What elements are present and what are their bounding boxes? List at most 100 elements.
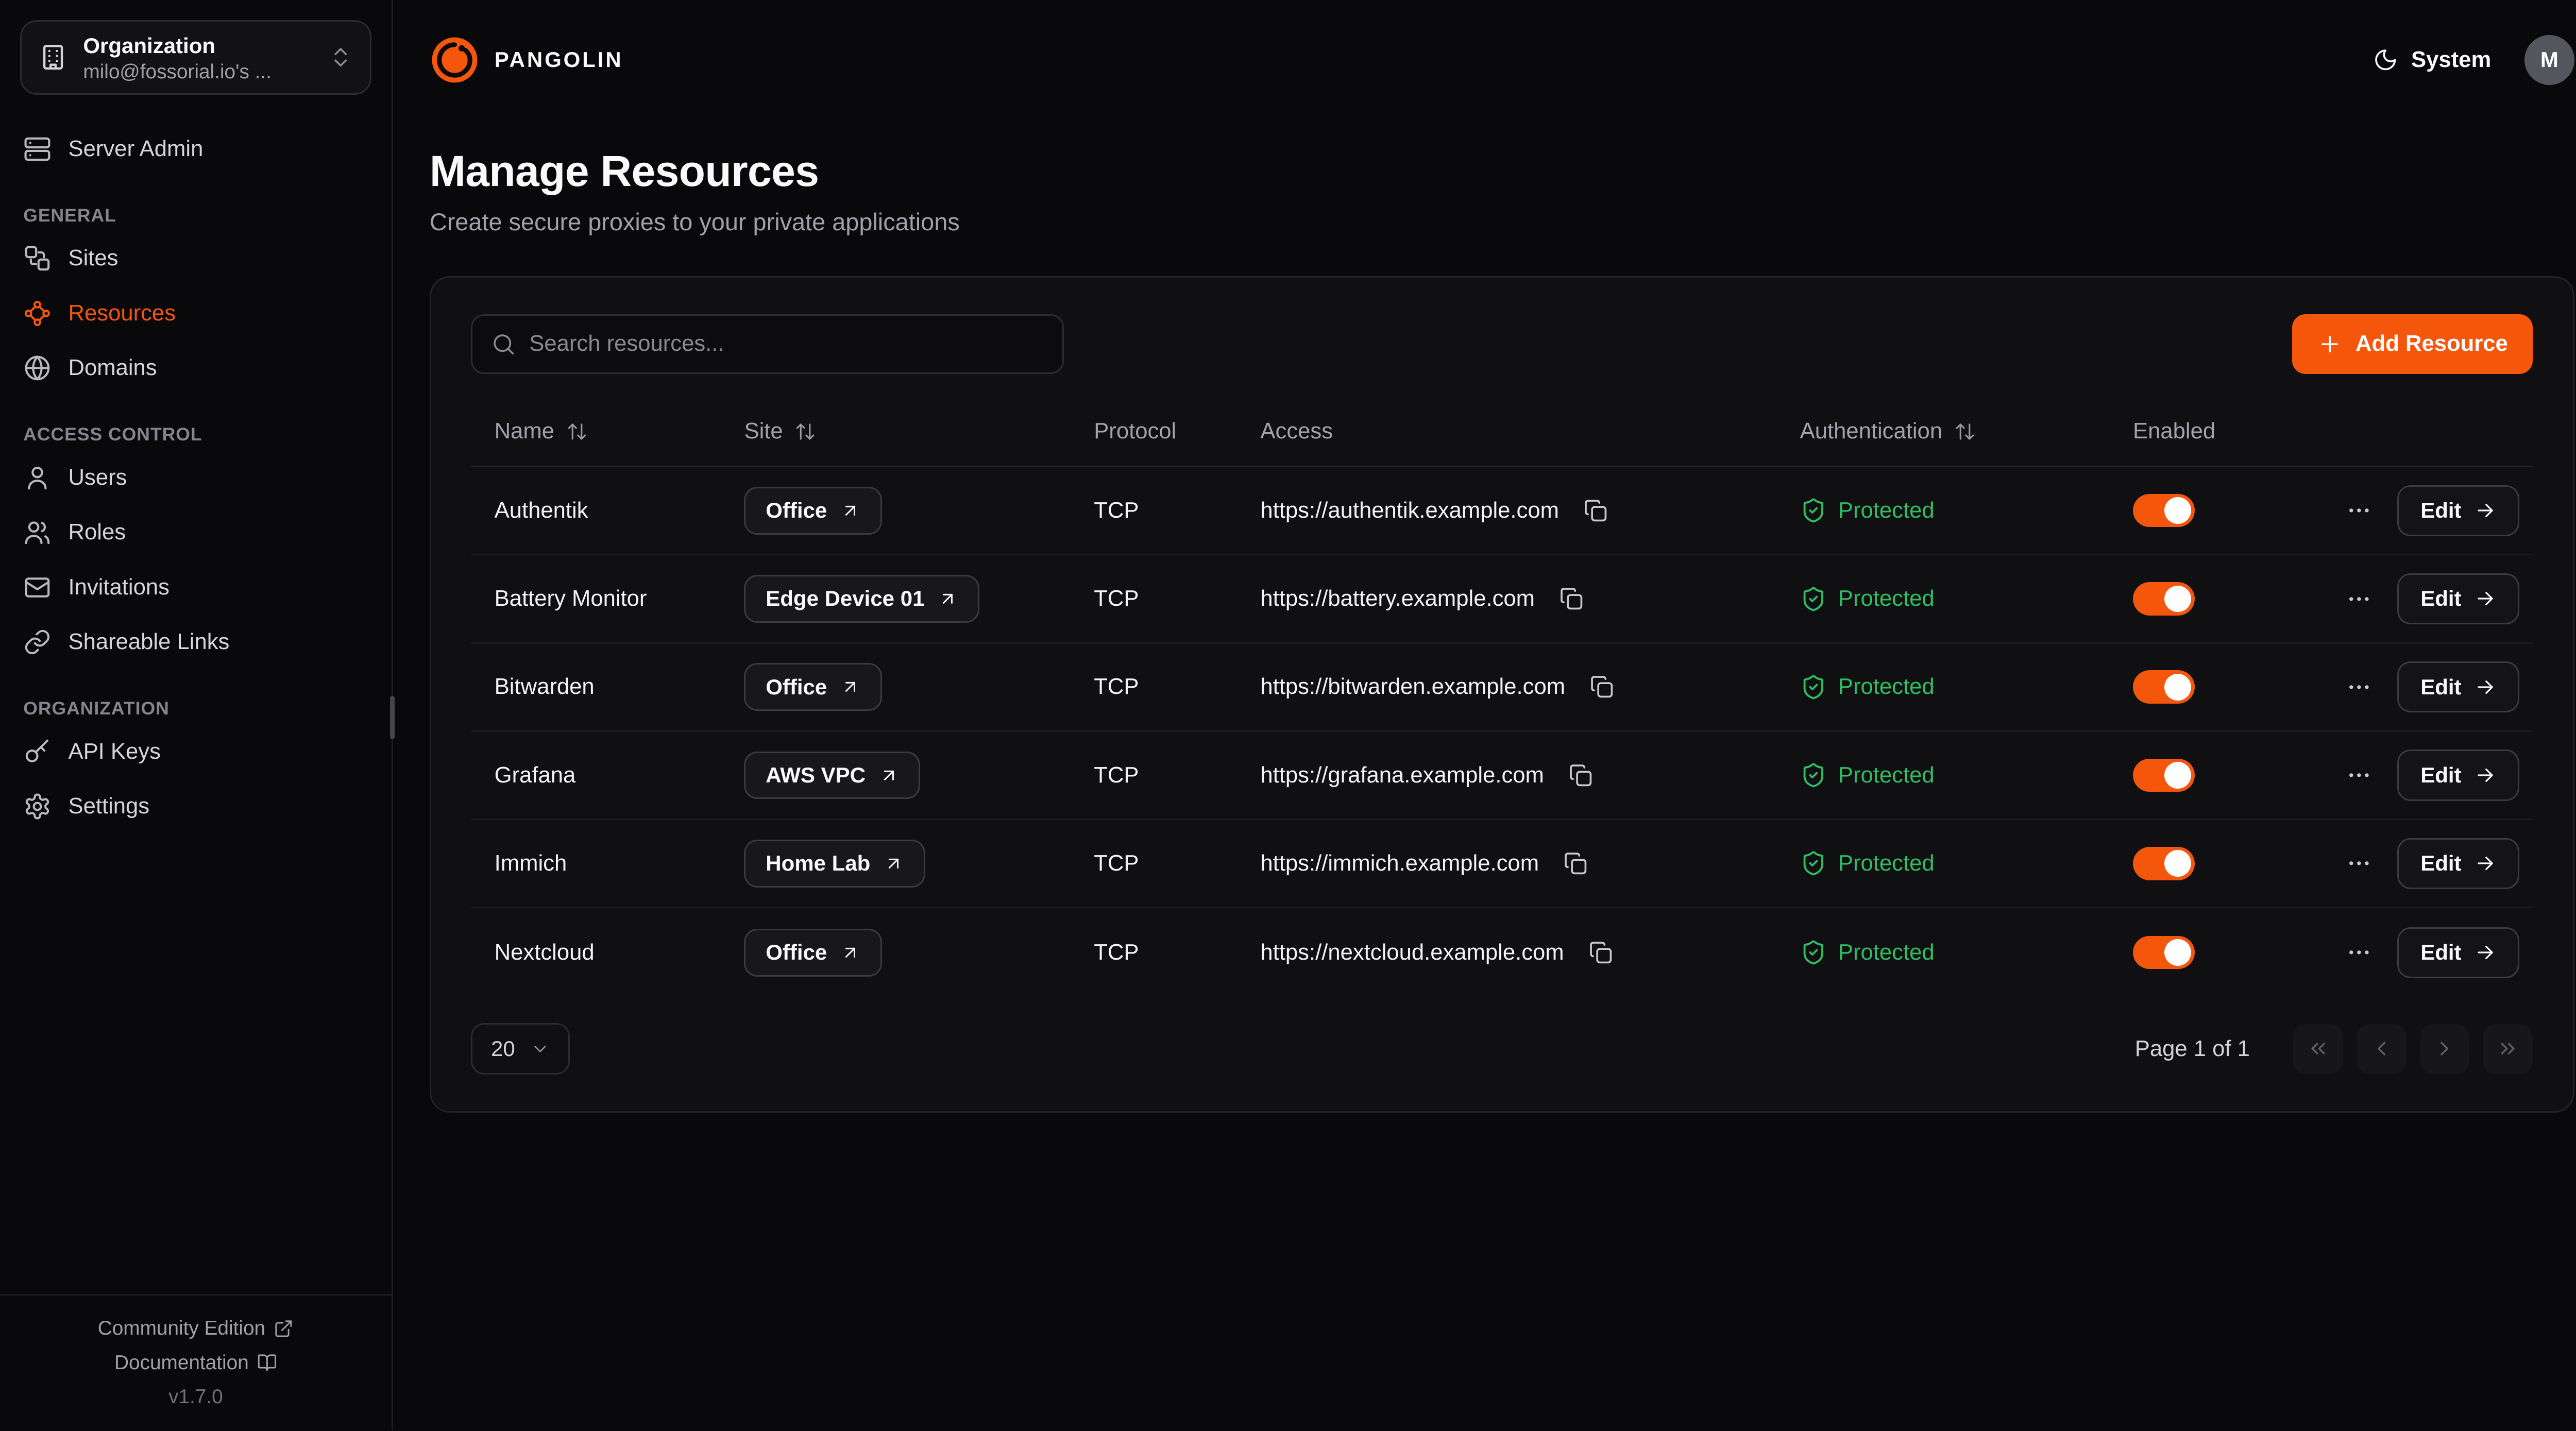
building-icon	[38, 42, 68, 72]
documentation-link[interactable]: Documentation	[114, 1352, 277, 1374]
row-menu-button[interactable]	[2337, 666, 2381, 709]
enabled-toggle[interactable]	[2133, 582, 2195, 616]
arrow-up-right-icon	[884, 854, 904, 874]
column-header-enabled[interactable]: Enabled	[2110, 419, 2306, 444]
enabled-toggle[interactable]	[2133, 670, 2195, 704]
ellipsis-icon	[2346, 762, 2372, 789]
ellipsis-icon	[2346, 497, 2372, 524]
protocol: TCP	[1071, 940, 1237, 965]
card-toolbar: Add Resource	[471, 314, 2533, 374]
column-header-protocol[interactable]: Protocol	[1071, 419, 1237, 444]
add-resource-button[interactable]: Add Resource	[2292, 314, 2533, 374]
sidebar-item-users[interactable]: Users	[0, 450, 392, 505]
table-header: Name Site Protocol Access Authentication…	[471, 397, 2533, 467]
site-link-button[interactable]: Office	[744, 487, 882, 535]
enabled-cell	[2110, 936, 2306, 969]
arrow-up-right-icon	[879, 765, 899, 786]
enabled-toggle[interactable]	[2133, 847, 2195, 880]
shield-check-icon	[1800, 497, 1827, 524]
shield-check-icon	[1800, 586, 1827, 612]
sidebar-item-resources[interactable]: Resources	[0, 286, 392, 341]
gear-icon	[23, 792, 52, 821]
copy-url-button[interactable]	[1580, 666, 1623, 709]
site-link-button[interactable]: Home Lab	[744, 840, 925, 888]
row-actions: Edit	[2306, 573, 2533, 624]
column-header-site[interactable]: Site	[721, 419, 1071, 444]
copy-url-button[interactable]	[1574, 489, 1617, 532]
sidebar-scrollbar-thumb[interactable]	[390, 696, 395, 739]
enabled-cell	[2110, 670, 2306, 704]
enabled-toggle[interactable]	[2133, 936, 2195, 969]
last-page-button[interactable]	[2483, 1024, 2533, 1074]
copy-url-button[interactable]	[1579, 931, 1622, 974]
column-header-authentication[interactable]: Authentication	[1776, 419, 2109, 444]
copy-url-button[interactable]	[1550, 577, 1593, 620]
sidebar-item-api-keys[interactable]: API Keys	[0, 724, 392, 779]
app-window: Organization milo@fossorial.io's ... Ser…	[0, 0, 2576, 1430]
community-edition-link[interactable]: Community Edition	[98, 1317, 294, 1340]
sidebar-item-invitations[interactable]: Invitations	[0, 560, 392, 615]
shield-check-icon	[1800, 939, 1827, 966]
table-row: Nextcloud Office TCP https://nextcloud.e…	[471, 908, 2533, 996]
edit-button[interactable]: Edit	[2397, 573, 2519, 624]
access-url: https://bitwarden.example.com	[1260, 674, 1565, 700]
column-header-access[interactable]: Access	[1237, 419, 1776, 444]
section-label: ACCESS CONTROL	[23, 424, 368, 445]
row-actions: Edit	[2306, 485, 2533, 536]
resource-name: Nextcloud	[471, 940, 721, 965]
sidebar-item-shareable-links[interactable]: Shareable Links	[0, 615, 392, 670]
copy-url-button[interactable]	[1559, 754, 1602, 797]
sidebar-footer: Community Edition Documentation v1.7.0	[0, 1294, 392, 1430]
edit-button[interactable]: Edit	[2397, 749, 2519, 800]
table-body: Authentik Office TCP https://authentik.e…	[471, 467, 2533, 997]
sidebar-item-server-admin[interactable]: Server Admin	[0, 122, 392, 177]
authentication-cell: Protected	[1776, 939, 2109, 966]
search-input[interactable]	[529, 331, 1044, 356]
moon-icon	[2373, 47, 2398, 72]
edit-button[interactable]: Edit	[2397, 485, 2519, 536]
avatar[interactable]: M	[2524, 35, 2574, 85]
site-link-button[interactable]: Office	[744, 929, 882, 977]
edit-button[interactable]: Edit	[2397, 661, 2519, 712]
arrow-right-icon	[2475, 676, 2496, 698]
authentication-cell: Protected	[1776, 762, 2109, 789]
sidebar-item-sites[interactable]: Sites	[0, 231, 392, 286]
next-page-button[interactable]	[2420, 1024, 2470, 1074]
sidebar-item-settings[interactable]: Settings	[0, 779, 392, 834]
page-info: Page 1 of 1	[2135, 1036, 2250, 1062]
chevrons-right-icon	[2496, 1037, 2519, 1060]
theme-toggle[interactable]: System	[2373, 47, 2492, 73]
site-link-button[interactable]: Edge Device 01	[744, 575, 979, 623]
edit-button[interactable]: Edit	[2397, 838, 2519, 889]
column-header-name[interactable]: Name	[471, 419, 721, 444]
chevrons-up-down-icon	[328, 45, 353, 70]
page-size-select[interactable]: 20	[471, 1023, 570, 1074]
roles-icon	[23, 518, 52, 547]
sidebar: Organization milo@fossorial.io's ... Ser…	[0, 0, 393, 1430]
page-subtitle: Create secure proxies to your private ap…	[430, 208, 2574, 236]
access-url: https://nextcloud.example.com	[1260, 940, 1564, 965]
version-label: v1.7.0	[168, 1386, 223, 1408]
arrow-right-icon	[2475, 764, 2496, 786]
row-menu-button[interactable]	[2337, 842, 2381, 885]
org-selector[interactable]: Organization milo@fossorial.io's ...	[20, 20, 371, 95]
sidebar-item-domains[interactable]: Domains	[0, 340, 392, 396]
row-menu-button[interactable]	[2337, 577, 2381, 620]
enabled-toggle[interactable]	[2133, 759, 2195, 792]
row-menu-button[interactable]	[2337, 754, 2381, 797]
first-page-button[interactable]	[2293, 1024, 2343, 1074]
edit-button[interactable]: Edit	[2397, 927, 2519, 978]
copy-icon	[1588, 940, 1613, 965]
page-size-value: 20	[491, 1036, 515, 1061]
site-link-button[interactable]: Office	[744, 663, 882, 711]
sidebar-item-roles[interactable]: Roles	[0, 505, 392, 560]
row-menu-button[interactable]	[2337, 489, 2381, 532]
copy-icon	[1583, 498, 1608, 523]
copy-url-button[interactable]	[1554, 842, 1597, 885]
topbar: PANGOLIN System M	[430, 0, 2574, 120]
row-menu-button[interactable]	[2337, 931, 2381, 974]
ellipsis-icon	[2346, 586, 2372, 612]
prev-page-button[interactable]	[2357, 1024, 2406, 1074]
site-link-button[interactable]: AWS VPC	[744, 752, 920, 799]
enabled-toggle[interactable]	[2133, 494, 2195, 527]
